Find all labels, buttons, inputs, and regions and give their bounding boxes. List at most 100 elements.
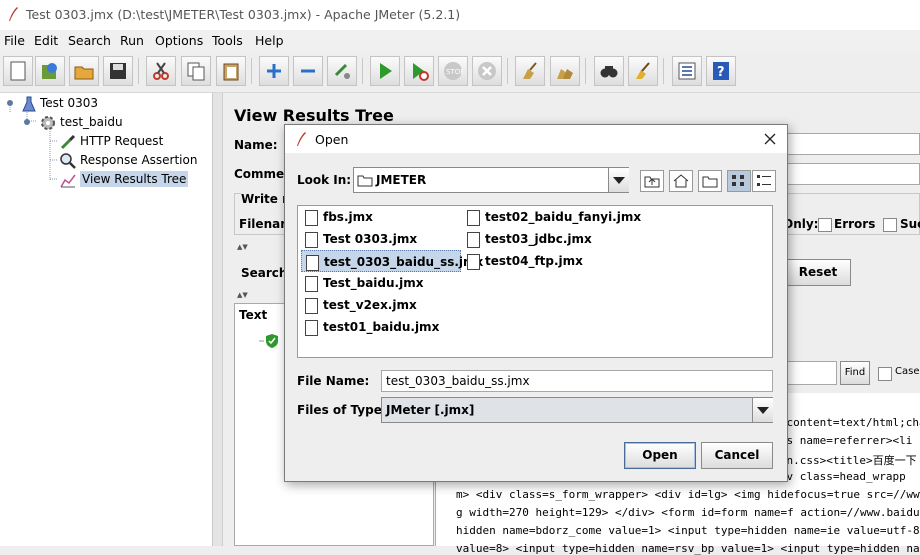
close-icon[interactable]: [763, 132, 777, 146]
tree-node-thread-group[interactable]: test_baidu: [40, 113, 123, 132]
new-button[interactable]: [3, 56, 33, 86]
look-in-label: Look In:: [297, 173, 352, 187]
tree-node-view-results-tree[interactable]: View Results Tree: [60, 170, 189, 189]
up-one-level-button[interactable]: [640, 170, 664, 192]
menu-tools[interactable]: Tools: [212, 33, 243, 48]
case-sensitive-checkbox[interactable]: [878, 367, 892, 381]
menu-search[interactable]: Search: [68, 33, 111, 48]
comment-input[interactable]: [783, 163, 920, 185]
file-item[interactable]: test02_baidu_fanyi.jmx: [463, 206, 641, 228]
menu-run[interactable]: Run: [120, 33, 144, 48]
stop-button[interactable]: STOP: [438, 56, 468, 86]
file-icon: [467, 253, 480, 270]
reset-button[interactable]: Reset: [785, 259, 851, 286]
successes-checkbox[interactable]: [883, 218, 897, 232]
file-item[interactable]: test03_jdbc.jmx: [463, 228, 592, 250]
test-plan-tree: Test 0303 test_baidu HTTP Request Respon…: [0, 93, 213, 546]
file-item[interactable]: fbs.jmx: [301, 206, 373, 228]
tree-node-test-plan[interactable]: Test 0303: [22, 94, 98, 113]
tree-node-response-assertion[interactable]: Response Assertion: [60, 151, 197, 170]
paste-icon: [223, 63, 239, 81]
list-view-button[interactable]: [727, 170, 751, 192]
cancel-button[interactable]: Cancel: [701, 442, 773, 469]
file-item[interactable]: Test 0303.jmx: [301, 228, 417, 250]
file-icon: [305, 209, 318, 226]
search-button[interactable]: [594, 56, 624, 86]
files-of-type-dropdown-button[interactable]: [752, 398, 773, 422]
stop-icon: STOP: [444, 62, 463, 80]
function-helper-button[interactable]: [672, 56, 702, 86]
jmeter-feather-icon: [297, 132, 306, 146]
file-name-input[interactable]: test_0303_baidu_ss.jmx: [381, 370, 773, 392]
file-item[interactable]: test04_ftp.jmx: [463, 250, 583, 272]
case-sensitive-label: Case: [895, 366, 920, 377]
look-in-combobox[interactable]: JMETER: [353, 167, 629, 193]
file-item[interactable]: Test_baidu.jmx: [301, 272, 423, 294]
menu-options[interactable]: Options: [155, 33, 203, 48]
details-view-button[interactable]: [752, 170, 776, 192]
file-item-selected[interactable]: test_0303_baidu_ss.jmx: [301, 250, 483, 272]
file-list: fbs.jmx Test 0303.jmx test_0303_baidu_ss…: [297, 205, 773, 358]
file-item[interactable]: test_v2ex.jmx: [301, 294, 417, 316]
open-button[interactable]: [69, 56, 99, 86]
file-icon: [305, 231, 318, 248]
errors-checkbox[interactable]: [818, 218, 832, 232]
templates-button[interactable]: [35, 56, 65, 86]
menu-edit[interactable]: Edit: [34, 33, 58, 48]
dialog-title: Open: [315, 132, 349, 147]
svg-text:?: ?: [717, 65, 725, 80]
templates-icon: [42, 63, 57, 79]
success-shield-icon: [259, 334, 278, 348]
collapse-icon: [301, 69, 315, 73]
open-button[interactable]: Open: [624, 442, 696, 469]
expand-all-button[interactable]: [259, 56, 289, 86]
save-button[interactable]: [103, 56, 133, 86]
toggle-icon: [334, 63, 350, 79]
file-icon: [305, 297, 318, 314]
copy-button[interactable]: [181, 56, 211, 86]
split-pane-divider[interactable]: [213, 93, 223, 546]
clear-all-icon: [557, 69, 573, 79]
file-name-label: File Name:: [297, 374, 370, 388]
clear-button[interactable]: [515, 56, 545, 86]
tree-node-http-request[interactable]: HTTP Request: [60, 132, 163, 151]
test-plan-icon: [22, 96, 36, 111]
file-icon: [467, 209, 480, 226]
window-title: Test 0303.jmx (D:\test\JMETER\Test 0303.…: [26, 7, 461, 22]
new-folder-icon: [702, 176, 718, 188]
look-in-dropdown-button[interactable]: [608, 168, 629, 192]
name-input[interactable]: [783, 133, 920, 155]
toggle-button[interactable]: [327, 56, 357, 86]
home-icon: [673, 174, 689, 188]
reset-search-button[interactable]: [628, 56, 658, 86]
shutdown-button[interactable]: [472, 56, 502, 86]
folder-icon: [357, 175, 373, 187]
copy-icon: [187, 62, 205, 81]
start-button[interactable]: [370, 56, 400, 86]
file-icon: [467, 231, 480, 248]
shutdown-icon: [478, 62, 496, 80]
start-no-timers-button[interactable]: [404, 56, 434, 86]
collapse-all-button[interactable]: [293, 56, 323, 86]
window-title-bar: Test 0303.jmx (D:\test\JMETER\Test 0303.…: [0, 0, 920, 30]
start-icon: [380, 63, 392, 79]
splitter-arrows[interactable]: ▲▼: [237, 243, 248, 251]
panel-title: View Results Tree: [234, 106, 394, 125]
help-button[interactable]: ?: [706, 56, 736, 86]
splitter-arrows-2[interactable]: ▲▼: [237, 291, 248, 299]
menu-help[interactable]: Help: [255, 33, 284, 48]
menu-file[interactable]: File: [4, 33, 25, 48]
jmeter-feather-icon: [9, 7, 18, 21]
expand-icon: [267, 64, 281, 78]
find-button[interactable]: Find: [840, 361, 870, 385]
new-folder-button[interactable]: [698, 170, 722, 192]
paste-button[interactable]: [216, 56, 246, 86]
file-item[interactable]: test01_baidu.jmx: [301, 316, 439, 338]
text-column-header[interactable]: Text: [239, 308, 267, 322]
cut-button[interactable]: [146, 56, 176, 86]
sampler-pipette-icon: [60, 134, 76, 149]
file-icon: [305, 319, 318, 336]
home-button[interactable]: [669, 170, 693, 192]
clear-all-button[interactable]: [550, 56, 580, 86]
files-of-type-combobox[interactable]: JMeter [.jmx]: [381, 397, 773, 423]
